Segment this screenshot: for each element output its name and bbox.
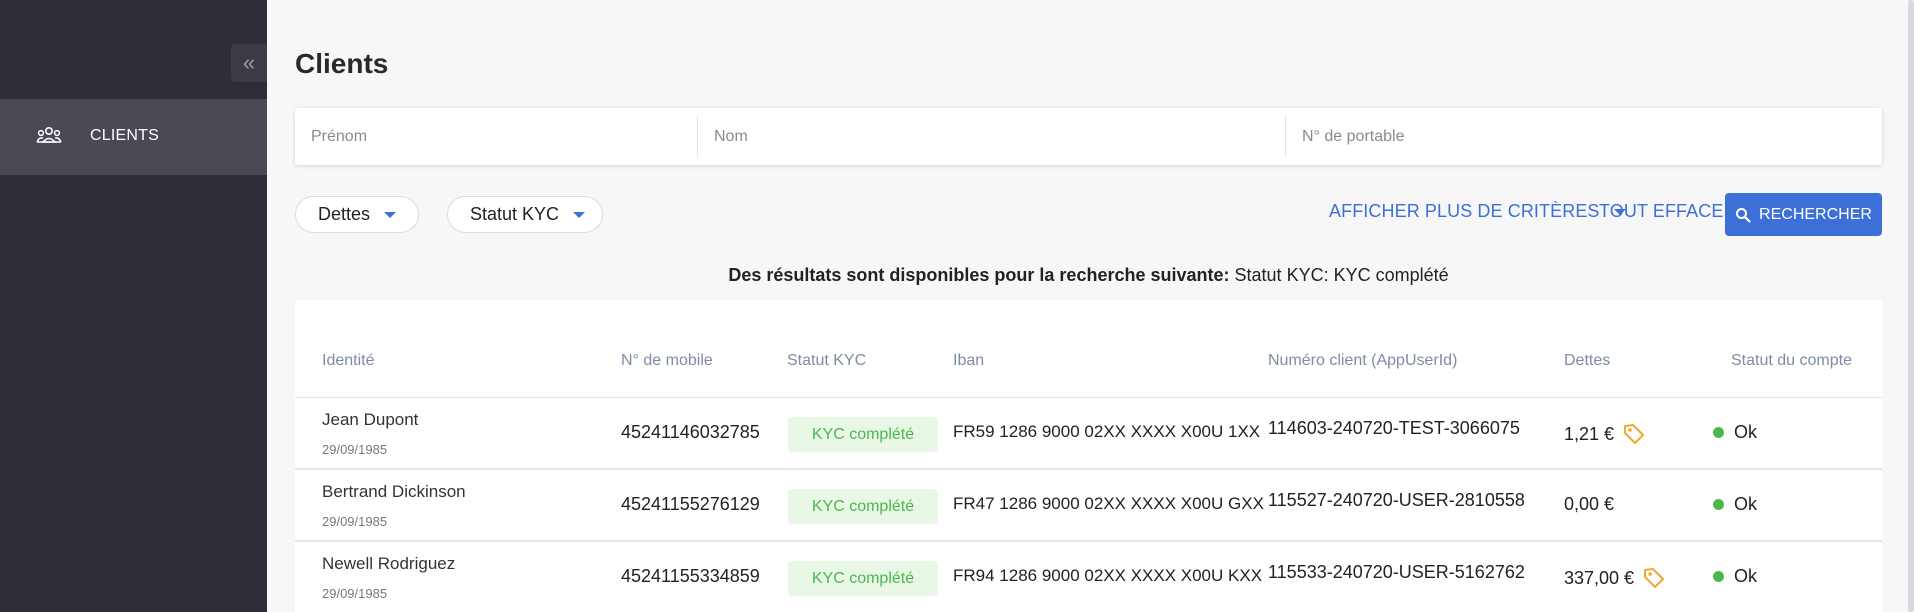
phone-input[interactable] bbox=[1286, 116, 1882, 157]
last-name-input[interactable] bbox=[698, 116, 1286, 157]
client-number: 115527-240720-USER-2810558 bbox=[1268, 490, 1525, 510]
client-name: Newell Rodriguez bbox=[322, 554, 456, 573]
column-header-identity[interactable]: Identité bbox=[322, 352, 374, 370]
status-ok-dot bbox=[1713, 499, 1724, 510]
kyc-status-badge: KYC complété bbox=[788, 417, 938, 452]
client-name: Jean Dupont bbox=[322, 410, 419, 429]
chevrons-left-icon: « bbox=[242, 50, 256, 75]
sidebar-item-label: CLIENTS bbox=[90, 127, 159, 144]
price-tag-icon[interactable] bbox=[1642, 566, 1666, 590]
caret-down-icon bbox=[384, 211, 397, 218]
search-result-message: Des résultats sont disponibles pour la r… bbox=[295, 265, 1882, 286]
table-row[interactable]: Bertrand Dickinson 29/09/1985 4524115527… bbox=[295, 470, 1882, 542]
debts-amount: 0,00 € bbox=[1564, 494, 1615, 514]
account-status-label: Ok bbox=[1734, 422, 1758, 442]
client-name: Bertrand Dickinson bbox=[322, 482, 466, 501]
more-criteria-label: AFFICHER PLUS DE CRITÈRES bbox=[1329, 201, 1600, 221]
column-header-account-status[interactable]: Statut du compte bbox=[1731, 352, 1852, 370]
client-debts: 1,21 € bbox=[1564, 422, 1646, 446]
client-number: 115533-240720-USER-5162762 bbox=[1268, 562, 1525, 582]
debts-amount: 337,00 € bbox=[1564, 567, 1635, 588]
table-row[interactable]: Jean Dupont 29/09/1985 45241146032785 KY… bbox=[295, 398, 1882, 470]
search-icon bbox=[1736, 207, 1751, 223]
client-mobile: 45241155334859 bbox=[621, 566, 760, 586]
debts-filter-dropdown[interactable]: Dettes bbox=[295, 196, 419, 233]
users-group-icon bbox=[36, 126, 62, 143]
table-row[interactable]: Newell Rodriguez 29/09/1985 452411553348… bbox=[295, 542, 1882, 612]
result-prefix: Des résultats sont disponibles pour la r… bbox=[728, 265, 1230, 285]
search-button-label: RECHERCHER bbox=[1759, 205, 1872, 223]
client-debts: 0,00 € bbox=[1564, 494, 1614, 515]
scrollbar-thumb[interactable] bbox=[1908, 0, 1914, 612]
client-iban: FR47 1286 9000 02XX XXXX X00U GXX bbox=[953, 494, 1264, 513]
column-header-mobile[interactable]: N° de mobile bbox=[621, 352, 713, 370]
clear-all-button[interactable]: TOUT EFFACER bbox=[1599, 201, 1737, 222]
scrollbar[interactable] bbox=[1908, 0, 1914, 612]
debts-amount: 1,21 € bbox=[1564, 423, 1615, 444]
client-number: 114603-240720-TEST-3066075 bbox=[1268, 418, 1520, 438]
debts-filter-label: Dettes bbox=[318, 204, 371, 224]
column-header-client-number[interactable]: Numéro client (AppUserId) bbox=[1268, 352, 1457, 370]
account-status: Ok bbox=[1713, 422, 1757, 443]
search-button[interactable]: RECHERCHER bbox=[1725, 193, 1882, 236]
result-criteria: Statut KYC: KYC complété bbox=[1234, 265, 1449, 285]
client-iban: FR59 1286 9000 02XX XXXX X00U 1XX bbox=[953, 422, 1261, 441]
account-status: Ok bbox=[1713, 494, 1757, 515]
clients-table: Identité N° de mobile Statut KYC Iban Nu… bbox=[295, 300, 1882, 612]
kyc-status-badge: KYC complété bbox=[788, 489, 938, 524]
client-birthdate: 29/09/1985 bbox=[322, 514, 388, 529]
search-bar bbox=[295, 108, 1882, 165]
account-status-label: Ok bbox=[1734, 566, 1758, 586]
account-status: Ok bbox=[1713, 566, 1757, 587]
caret-down-icon bbox=[573, 211, 586, 218]
client-debts: 337,00 € bbox=[1564, 566, 1666, 590]
column-header-kyc[interactable]: Statut KYC bbox=[787, 352, 866, 370]
column-header-iban[interactable]: Iban bbox=[953, 352, 984, 370]
client-mobile: 45241146032785 bbox=[621, 422, 760, 442]
more-criteria-button[interactable]: AFFICHER PLUS DE CRITÈRES bbox=[1329, 201, 1626, 222]
sidebar-collapse-button[interactable]: « bbox=[231, 44, 267, 82]
kyc-filter-dropdown[interactable]: Statut KYC bbox=[447, 196, 603, 233]
price-tag-icon[interactable] bbox=[1622, 422, 1646, 446]
client-mobile: 45241155276129 bbox=[621, 494, 760, 514]
client-birthdate: 29/09/1985 bbox=[322, 586, 388, 601]
client-birthdate: 29/09/1985 bbox=[322, 442, 388, 457]
sidebar-item-clients[interactable]: CLIENTS bbox=[0, 99, 267, 175]
account-status-label: Ok bbox=[1734, 494, 1758, 514]
status-ok-dot bbox=[1713, 427, 1724, 438]
kyc-filter-label: Statut KYC bbox=[470, 204, 560, 224]
kyc-status-badge: KYC complété bbox=[788, 561, 938, 596]
status-ok-dot bbox=[1713, 571, 1724, 582]
client-iban: FR94 1286 9000 02XX XXXX X00U KXX bbox=[953, 566, 1263, 585]
first-name-input[interactable] bbox=[295, 116, 698, 157]
page-title: Clients bbox=[295, 48, 389, 79]
column-header-debts[interactable]: Dettes bbox=[1564, 352, 1610, 370]
sidebar: « CLIENTS bbox=[0, 0, 267, 612]
